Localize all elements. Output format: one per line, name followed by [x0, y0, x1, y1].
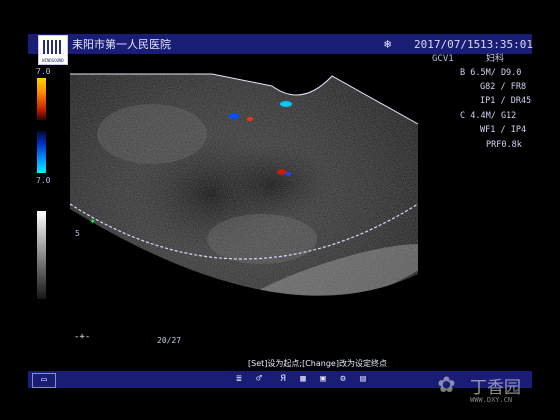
color-scale-bottom: 7.0 — [36, 176, 51, 185]
grid-icon[interactable]: ▦ — [296, 373, 310, 386]
watermark-url: WWW.DXY.CN — [470, 396, 513, 404]
b-mode-params: B 6.5M/ D9.0 — [460, 68, 522, 78]
exam-date: 2017/07/15 — [414, 38, 481, 51]
color-mode-params: C 4.4M/ G12 — [460, 111, 517, 121]
department-label: 妇科 — [486, 54, 505, 64]
gear-icon[interactable]: ⚙ — [336, 373, 350, 386]
ultrasound-image[interactable]: ✶ -+- — [62, 64, 428, 364]
color-scale-top: 7.0 — [36, 67, 51, 76]
watermark-logo-icon: ✿ — [438, 366, 455, 399]
prf-value: PRF0.8k — [486, 140, 522, 150]
snowflake-icon[interactable]: ❄ — [384, 38, 391, 50]
color-velocity-bar-positive — [37, 78, 46, 120]
gain-params: G82 / FR8 — [480, 82, 527, 92]
brand-name: WINDSOUND — [42, 58, 64, 63]
wall-filter-params: WF1 / IP4 — [480, 125, 527, 135]
exam-time: 13:35:01 — [480, 38, 533, 51]
preset-label: GCV1 — [432, 54, 454, 64]
print-icon[interactable]: ▤ — [356, 373, 370, 386]
report-icon[interactable]: Я — [276, 373, 290, 386]
cine-icon[interactable]: ▣ — [316, 373, 330, 386]
doc-icon[interactable]: ≣ — [232, 373, 246, 386]
hospital-name: 耒阳市第一人民医院 — [72, 38, 171, 51]
frame-counter: 20/27 — [157, 336, 182, 345]
watermark-name: 丁香园 — [470, 378, 521, 398]
svg-text:✶: ✶ — [90, 217, 96, 227]
barcode-logo-icon — [43, 40, 63, 54]
body-mark-icon[interactable]: ♂ — [252, 373, 266, 386]
svg-text:-+-: -+- — [74, 332, 90, 342]
menu-icon[interactable]: ▭ — [32, 373, 56, 388]
color-velocity-bar-negative — [37, 131, 46, 173]
brand-logo: WINDSOUND — [38, 35, 68, 65]
grayscale-bar — [37, 211, 46, 299]
image-process-params: IP1 / DR45 — [480, 96, 532, 106]
instruction-text: [Set]设为起点;[Change]改为设定终点 — [248, 359, 387, 368]
